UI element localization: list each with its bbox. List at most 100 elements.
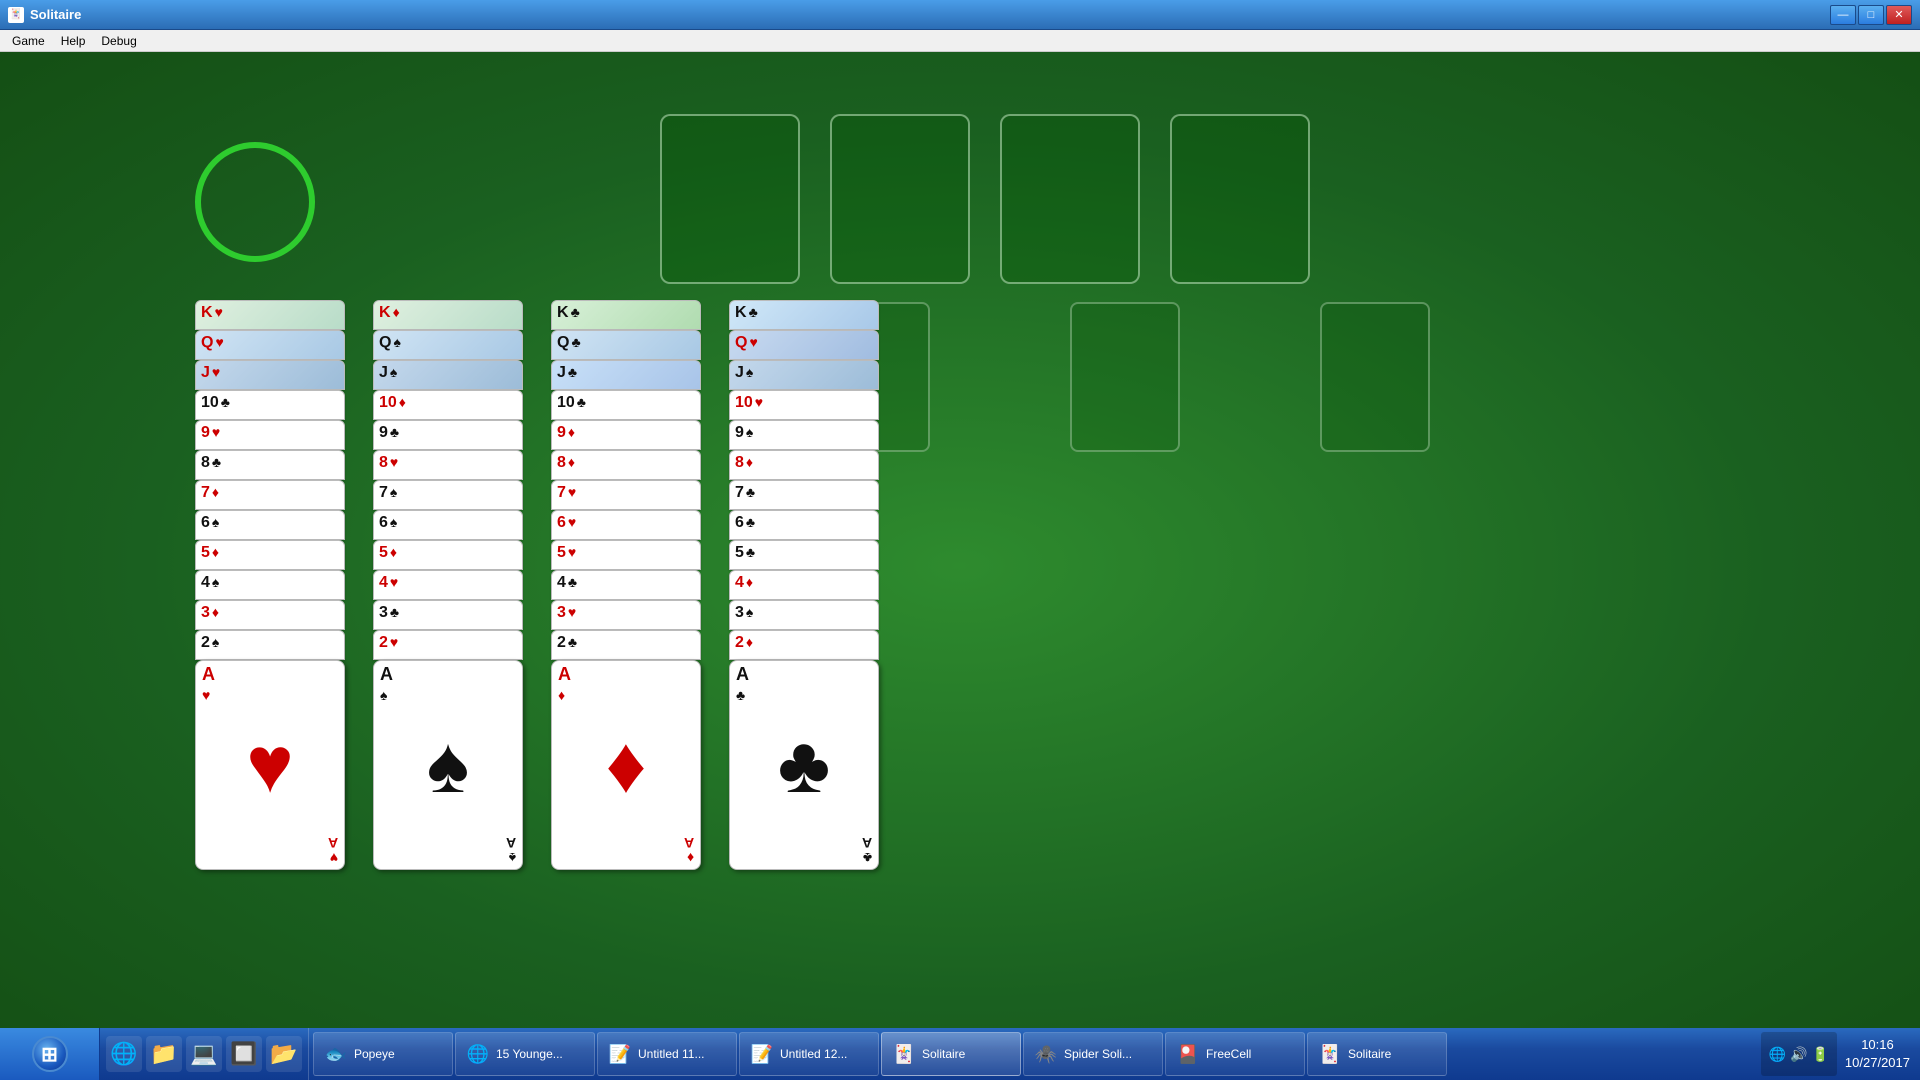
freecell-icon: 🎴: [1176, 1042, 1200, 1066]
system-clock[interactable]: 10:1610/27/2017: [1845, 1036, 1910, 1072]
tableau-empty-2[interactable]: [1070, 302, 1180, 452]
system-tray: 🌐 🔊 🔋: [1761, 1032, 1837, 1076]
menu-game[interactable]: Game: [4, 32, 53, 50]
popeye-label: Popeye: [354, 1047, 395, 1061]
card-4-j[interactable]: J♠: [729, 360, 879, 390]
card-2-3[interactable]: 3♣: [373, 600, 523, 630]
card-4-6[interactable]: 6♣: [729, 510, 879, 540]
card-2-6[interactable]: 6♠: [373, 510, 523, 540]
card-3-6[interactable]: 6♥: [551, 510, 701, 540]
taskbar-item-solitaire[interactable]: 🃏 Solitaire: [881, 1032, 1021, 1076]
taskbar-items: 🐟 Popeye 🌐 15 Younge... 📝 Untitled 11...…: [309, 1028, 1751, 1080]
foundation-slot-2[interactable]: [830, 114, 970, 284]
card-1-3[interactable]: 3♦: [195, 600, 345, 630]
card-1-ace[interactable]: A♥ ♥ ♥A: [195, 660, 345, 870]
card-2-j[interactable]: J♠: [373, 360, 523, 390]
card-2-7[interactable]: 7♠: [373, 480, 523, 510]
spider-icon: 🕷️: [1034, 1042, 1058, 1066]
minimize-button[interactable]: —: [1830, 5, 1856, 25]
start-button[interactable]: ⊞: [0, 1028, 100, 1080]
battery-icon[interactable]: 🔋: [1811, 1046, 1828, 1063]
card-1-6[interactable]: 6♠: [195, 510, 345, 540]
foundation-slot-3[interactable]: [1000, 114, 1140, 284]
volume-icon[interactable]: 🔊: [1790, 1046, 1807, 1063]
card-4-5[interactable]: 5♣: [729, 540, 879, 570]
card-4-9[interactable]: 9♠: [729, 420, 879, 450]
quicklaunch-icon-2[interactable]: 📁: [146, 1036, 182, 1072]
card-1-9[interactable]: 9♥: [195, 420, 345, 450]
taskbar-item-spider[interactable]: 🕷️ Spider Soli...: [1023, 1032, 1163, 1076]
taskbar-item-ie[interactable]: 🌐 15 Younge...: [455, 1032, 595, 1076]
card-3-j[interactable]: J♣: [551, 360, 701, 390]
deck-slot[interactable]: [195, 142, 315, 262]
popeye-icon: 🐟: [324, 1042, 348, 1066]
network-icon[interactable]: 🌐: [1769, 1046, 1786, 1063]
taskbar-item-untitled1[interactable]: 📝 Untitled 11...: [597, 1032, 737, 1076]
card-4-k[interactable]: K♣: [729, 300, 879, 330]
card-4-2[interactable]: 2♦: [729, 630, 879, 660]
column-1: K♥ Q♥ J♥ 10♣ 9♥ 8♣ 7♦ 6♠ 5♦ 4♠ 3♦ 2♠: [195, 300, 345, 870]
quicklaunch-icon-1[interactable]: 🌐: [106, 1036, 142, 1072]
title-bar-left: 🃏 Solitaire: [8, 7, 81, 23]
menu-bar: Game Help Debug: [0, 30, 1920, 52]
ie-label: 15 Younge...: [496, 1047, 563, 1061]
menu-help[interactable]: Help: [53, 32, 94, 50]
card-3-8[interactable]: 8♦: [551, 450, 701, 480]
foundation-slot-4[interactable]: [1170, 114, 1310, 284]
card-3-10[interactable]: 10♣: [551, 390, 701, 420]
taskbar-item-freecell[interactable]: 🎴 FreeCell: [1165, 1032, 1305, 1076]
card-2-8[interactable]: 8♥: [373, 450, 523, 480]
taskbar-item-untitled2[interactable]: 📝 Untitled 12...: [739, 1032, 879, 1076]
card-3-4[interactable]: 4♣: [551, 570, 701, 600]
tableau-empty-3[interactable]: [1320, 302, 1430, 452]
untitled2-icon: 📝: [750, 1042, 774, 1066]
close-button[interactable]: ✕: [1886, 5, 1912, 25]
quicklaunch-icon-3[interactable]: 💻: [186, 1036, 222, 1072]
card-1-4[interactable]: 4♠: [195, 570, 345, 600]
card-2-10[interactable]: 10♦: [373, 390, 523, 420]
window-title: Solitaire: [30, 7, 81, 22]
card-2-q[interactable]: Q♠: [373, 330, 523, 360]
untitled1-icon: 📝: [608, 1042, 632, 1066]
quicklaunch-icon-4[interactable]: 🔲: [226, 1036, 262, 1072]
card-1-10[interactable]: 10♣: [195, 390, 345, 420]
card-3-2[interactable]: 2♣: [551, 630, 701, 660]
card-2-4[interactable]: 4♥: [373, 570, 523, 600]
menu-debug[interactable]: Debug: [93, 32, 144, 50]
card-1-2[interactable]: 2♠: [195, 630, 345, 660]
quicklaunch-icon-5[interactable]: 📂: [266, 1036, 302, 1072]
card-4-7[interactable]: 7♣: [729, 480, 879, 510]
taskbar: ⊞ 🌐 📁 💻 🔲 📂 🐟 Popeye 🌐 15 Younge... 📝 Un…: [0, 1028, 1920, 1080]
card-1-5[interactable]: 5♦: [195, 540, 345, 570]
card-3-3[interactable]: 3♥: [551, 600, 701, 630]
card-3-q[interactable]: Q♣: [551, 330, 701, 360]
card-4-10[interactable]: 10♥: [729, 390, 879, 420]
foundation-slot-1[interactable]: [660, 114, 800, 284]
ie-icon: 🌐: [466, 1042, 490, 1066]
card-4-8[interactable]: 8♦: [729, 450, 879, 480]
card-3-k[interactable]: K♣: [551, 300, 701, 330]
card-1-k[interactable]: K♥: [195, 300, 345, 330]
card-2-2[interactable]: 2♥: [373, 630, 523, 660]
card-4-q[interactable]: Q♥: [729, 330, 879, 360]
card-1-8[interactable]: 8♣: [195, 450, 345, 480]
card-2-ace[interactable]: A♠ ♠ ♠A: [373, 660, 523, 870]
taskbar-item-popeye[interactable]: 🐟 Popeye: [313, 1032, 453, 1076]
card-1-q[interactable]: Q♥: [195, 330, 345, 360]
card-2-k[interactable]: K♦: [373, 300, 523, 330]
card-3-7[interactable]: 7♥: [551, 480, 701, 510]
card-2-9[interactable]: 9♣: [373, 420, 523, 450]
maximize-button[interactable]: □: [1858, 5, 1884, 25]
card-2-5[interactable]: 5♦: [373, 540, 523, 570]
card-3-ace[interactable]: A♦ ♦ ♦A: [551, 660, 701, 870]
card-1-7[interactable]: 7♦: [195, 480, 345, 510]
card-4-4[interactable]: 4♦: [729, 570, 879, 600]
solitaire-label: Solitaire: [922, 1047, 965, 1061]
card-3-9[interactable]: 9♦: [551, 420, 701, 450]
card-4-3[interactable]: 3♠: [729, 600, 879, 630]
card-3-5[interactable]: 5♥: [551, 540, 701, 570]
column-2: K♦ Q♠ J♠ 10♦ 9♣ 8♥ 7♠ 6♠ 5♦ 4♥ 3♣ 2♥ A♠ …: [373, 300, 523, 870]
card-4-ace[interactable]: A♣ ♣ ♣A: [729, 660, 879, 870]
card-1-j[interactable]: J♥: [195, 360, 345, 390]
taskbar-item-solitaire2[interactable]: 🃏 Solitaire: [1307, 1032, 1447, 1076]
